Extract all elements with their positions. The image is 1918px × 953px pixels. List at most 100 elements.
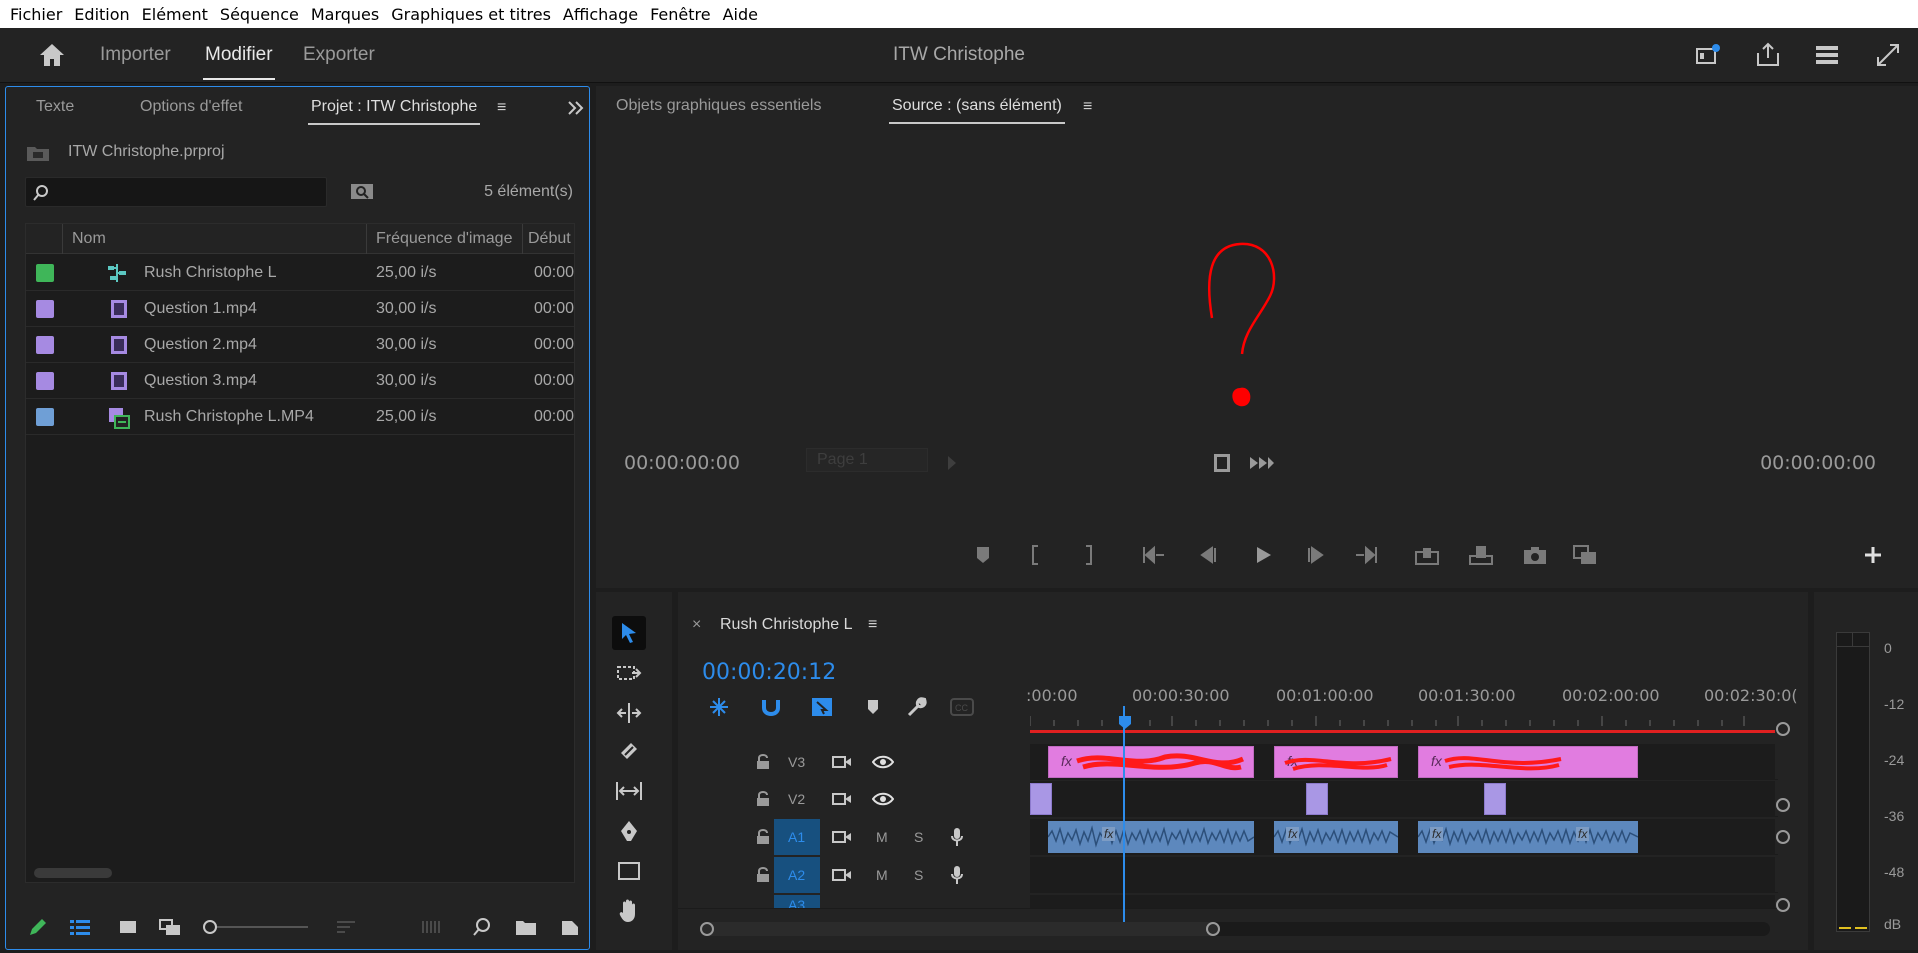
- step-back-icon[interactable]: [1196, 544, 1222, 566]
- menu-aide[interactable]: Aide: [717, 5, 764, 24]
- panel-menu-icon[interactable]: ≡: [1083, 98, 1092, 116]
- peak-indicator-left[interactable]: [1837, 633, 1853, 647]
- icon-view-icon[interactable]: [116, 917, 140, 937]
- sync-lock-icon[interactable]: [832, 867, 852, 883]
- audio-clip[interactable]: fx fx: [1418, 821, 1638, 853]
- nest-icon[interactable]: [708, 696, 730, 718]
- go-to-in-icon[interactable]: [1140, 544, 1166, 566]
- video-zoom-handle[interactable]: [1776, 798, 1790, 812]
- video-clip[interactable]: fx: [1418, 746, 1638, 778]
- tab-objets-graphiques[interactable]: Objets graphiques essentiels: [616, 97, 821, 115]
- linked-selection-icon[interactable]: [810, 696, 834, 718]
- lock-icon[interactable]: [756, 829, 770, 845]
- quick-export-icon[interactable]: [1694, 41, 1722, 69]
- audio-clip[interactable]: fx: [1048, 821, 1254, 853]
- menu-affichage[interactable]: Affichage: [557, 5, 644, 24]
- table-row[interactable]: Question 3.mp4 30,00 i/s 00:00:: [26, 363, 574, 399]
- go-to-out-icon[interactable]: [1354, 544, 1380, 566]
- page-select[interactable]: Page 1: [806, 448, 928, 472]
- scroll-handle-right[interactable]: [1206, 922, 1220, 936]
- tab-texte[interactable]: Texte: [36, 98, 74, 116]
- close-sequence-icon[interactable]: ×: [692, 616, 701, 634]
- track-area-a3[interactable]: [1030, 895, 1775, 908]
- pencil-icon[interactable]: [26, 917, 50, 937]
- lock-icon[interactable]: [756, 754, 770, 770]
- export-frame-icon[interactable]: [1572, 544, 1598, 566]
- scrollbar-thumb[interactable]: [700, 922, 1220, 936]
- col-debut[interactable]: Début: [528, 230, 571, 248]
- chevron-double-right-icon[interactable]: [566, 99, 584, 117]
- sync-lock-icon[interactable]: [832, 791, 852, 807]
- track-label-a1[interactable]: A1: [788, 829, 805, 845]
- zoom-slider[interactable]: [202, 917, 312, 937]
- track-area-a2[interactable]: [1030, 857, 1775, 893]
- track-label-v2[interactable]: V2: [788, 791, 805, 807]
- microphone-icon[interactable]: [950, 827, 964, 847]
- source-timecode-left[interactable]: 00:00:00:00: [624, 452, 740, 474]
- add-marker-icon[interactable]: [970, 544, 996, 566]
- selection-tool[interactable]: [612, 616, 646, 650]
- camera-icon[interactable]: [1522, 544, 1548, 566]
- playhead-timecode[interactable]: 00:00:20:12: [702, 660, 836, 685]
- label-color-swatch[interactable]: [36, 408, 54, 426]
- track-select-tool[interactable]: [612, 656, 646, 690]
- menu-sequence[interactable]: Séquence: [214, 5, 305, 24]
- workspaces-icon[interactable]: [1813, 41, 1841, 69]
- table-row[interactable]: Rush Christophe L.MP4 25,00 i/s 00:00:: [26, 399, 574, 435]
- table-row[interactable]: Rush Christophe L 25,00 i/s 00:00:: [26, 255, 574, 291]
- label-color-swatch[interactable]: [36, 264, 54, 282]
- panel-menu-icon[interactable]: ≡: [868, 616, 877, 634]
- menu-graphiques[interactable]: Graphiques et titres: [385, 5, 557, 24]
- mute-button[interactable]: M: [876, 867, 888, 883]
- find-icon[interactable]: [350, 181, 374, 201]
- scroll-handle-left[interactable]: [700, 922, 714, 936]
- sync-lock-icon[interactable]: [832, 829, 852, 845]
- freeform-view-icon[interactable]: [158, 917, 182, 937]
- ripple-edit-tool[interactable]: [612, 696, 646, 730]
- add-button-icon[interactable]: [1862, 544, 1884, 566]
- eye-icon[interactable]: [872, 754, 894, 770]
- audio-zoom-handle[interactable]: [1776, 898, 1790, 912]
- fullscreen-icon[interactable]: [1874, 41, 1902, 69]
- transition-clip[interactable]: [1306, 783, 1328, 815]
- label-color-swatch[interactable]: [36, 336, 54, 354]
- tab-options-effet[interactable]: Options d'effet: [140, 98, 242, 116]
- transition-clip[interactable]: [1030, 783, 1052, 815]
- mark-out-icon[interactable]: [1076, 544, 1102, 566]
- video-clip[interactable]: fx: [1274, 746, 1398, 778]
- eye-icon[interactable]: [872, 791, 894, 807]
- track-area-a1[interactable]: fx fx fx fx: [1030, 819, 1775, 855]
- audio-zoom-handle[interactable]: [1776, 830, 1790, 844]
- transition-clip[interactable]: [1484, 783, 1506, 815]
- hand-tool[interactable]: [612, 894, 646, 928]
- col-nom[interactable]: Nom: [72, 230, 106, 248]
- step-forward-icon[interactable]: [1302, 544, 1328, 566]
- peak-indicator-right[interactable]: [1853, 633, 1869, 647]
- panel-menu-icon[interactable]: ≡: [497, 99, 506, 117]
- share-icon[interactable]: [1754, 41, 1782, 69]
- table-row[interactable]: Question 1.mp4 30,00 i/s 00:00:: [26, 291, 574, 327]
- sequence-tab[interactable]: Rush Christophe L: [720, 616, 853, 634]
- track-label-a2[interactable]: A2: [788, 867, 805, 883]
- video-zoom-handle[interactable]: [1776, 722, 1790, 736]
- slip-tool[interactable]: [612, 774, 646, 808]
- fast-forward-icon[interactable]: [1248, 454, 1274, 472]
- track-area-v3[interactable]: fx fx fx: [1030, 744, 1775, 780]
- lock-icon[interactable]: [756, 867, 770, 883]
- track-label-a3[interactable]: A3: [788, 897, 805, 908]
- search-icon[interactable]: [470, 917, 494, 937]
- menu-fichier[interactable]: Fichier: [4, 5, 68, 24]
- menu-edition[interactable]: Edition: [68, 5, 135, 24]
- overwrite-icon[interactable]: [1468, 544, 1494, 566]
- mark-in-icon[interactable]: [1022, 544, 1048, 566]
- label-color-swatch[interactable]: [36, 300, 54, 318]
- add-marker-icon[interactable]: [864, 698, 882, 716]
- drag-video-icon[interactable]: [1212, 452, 1232, 474]
- solo-button[interactable]: S: [914, 867, 923, 883]
- tab-source[interactable]: Source : (sans élément): [889, 97, 1065, 124]
- timeline-scrollbar[interactable]: [700, 922, 1770, 936]
- new-bin-icon[interactable]: [514, 917, 538, 937]
- new-item-icon[interactable]: [558, 917, 582, 937]
- play-icon[interactable]: [1250, 544, 1276, 566]
- tab-projet[interactable]: Projet : ITW Christophe: [307, 98, 481, 125]
